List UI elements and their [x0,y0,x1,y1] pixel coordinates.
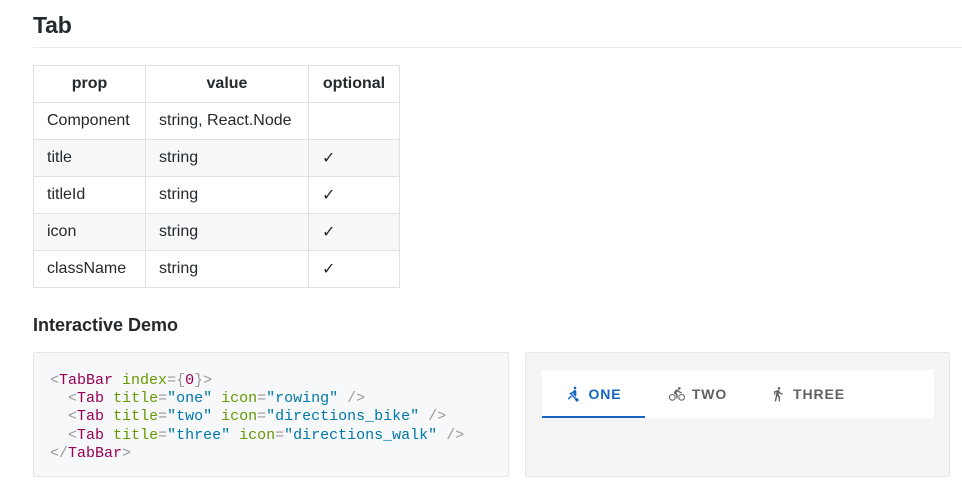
code-punct: = [257,390,267,408]
tab-two[interactable]: TWO [645,370,751,418]
value-cell: string [145,250,309,288]
code-number: 0 [185,372,195,389]
code-punct: ={ [167,372,186,389]
props-table: prop value optional Component string, Re… [33,65,400,288]
tab-three[interactable]: THREE [751,370,864,418]
prop-cell: icon [33,213,146,251]
directions-walk-icon [770,386,786,402]
code-punct: = [257,408,267,426]
code-punct: = [158,426,168,444]
tab-one[interactable]: ONE [542,370,645,418]
active-tab-indicator [542,416,645,418]
column-header-prop: prop [33,65,146,103]
code-tag: Tab [77,390,105,408]
code-punct: = [275,426,285,444]
prop-cell: Component [33,102,146,140]
code-punct: /> [419,408,447,426]
code-example: <TabBar index={0}> <Tab title="one" icon… [33,352,509,477]
code-line: <Tab title="two" icon="directions_bike" … [50,408,508,426]
tab-label: TWO [691,386,728,402]
code-tag: TabBar [68,444,123,462]
tab-bar: ONE TWO THREE [542,370,934,418]
section-title-interactive-demo: Interactive Demo [33,315,179,335]
code-punct: < [50,372,60,389]
prop-cell: className [33,250,146,288]
optional-checkmark: ✓ [308,250,400,288]
code-string: "two" [167,408,213,426]
value-cell: string [145,139,309,177]
directions-bike-icon [668,386,685,402]
code-attr: title [113,426,159,444]
table-header-row: prop value optional [33,65,400,103]
code-punct: < [68,426,78,444]
code-tag: Tab [77,426,105,444]
code-tag: Tab [77,408,105,426]
rowing-icon [565,386,581,402]
optional-checkmark: ✓ [308,139,400,177]
code-punct: < [68,408,78,426]
code-punct: = [158,408,168,426]
title-divider [33,47,962,48]
code-string: "rowing" [266,390,339,408]
tab-label: THREE [793,386,845,402]
code-attr: title [113,408,159,426]
code-punct: < [68,390,78,408]
table-row: Component string, React.Node [33,102,400,140]
code-punct: </ [50,444,69,462]
code-line: <TabBar index={0}> [50,372,508,390]
code-line: <Tab title="three" icon="directions_walk… [50,427,508,445]
code-tag: TabBar [59,372,114,389]
code-string: "one" [167,390,213,408]
code-string: "directions_walk" [284,426,438,444]
optional-checkmark: ✓ [308,176,400,214]
code-punct: /> [437,426,465,444]
page-title: Tab [33,12,72,38]
value-cell: string, React.Node [145,102,309,140]
table-row: titleId string ✓ [33,176,400,214]
table-row: icon string ✓ [33,213,400,251]
prop-cell: title [33,139,146,177]
code-attr: title [113,390,159,408]
code-line: <Tab title="one" icon="rowing" /> [50,390,508,408]
code-punct: }> [194,372,213,389]
prop-cell: titleId [33,176,146,214]
code-string: "three" [167,426,231,444]
table-row: title string ✓ [33,139,400,177]
code-punct: /> [338,390,366,408]
optional-checkmark: ✓ [308,213,400,251]
column-header-optional: optional [308,65,400,103]
tab-label: ONE [588,386,622,402]
value-cell: string [145,176,309,214]
code-attr: icon [221,408,258,426]
table-row: className string ✓ [33,250,400,288]
code-line: </TabBar> [50,445,508,463]
code-punct: = [158,390,168,408]
value-cell: string [145,213,309,251]
demo-preview: ONE TWO THREE [525,352,950,477]
code-string: "directions_bike" [266,408,420,426]
code-punct: > [122,444,132,462]
column-header-value: value [145,65,309,103]
code-attr: icon [221,390,258,408]
optional-cell [308,102,400,140]
code-attr: icon [239,426,276,444]
code-attr: index [122,372,168,389]
